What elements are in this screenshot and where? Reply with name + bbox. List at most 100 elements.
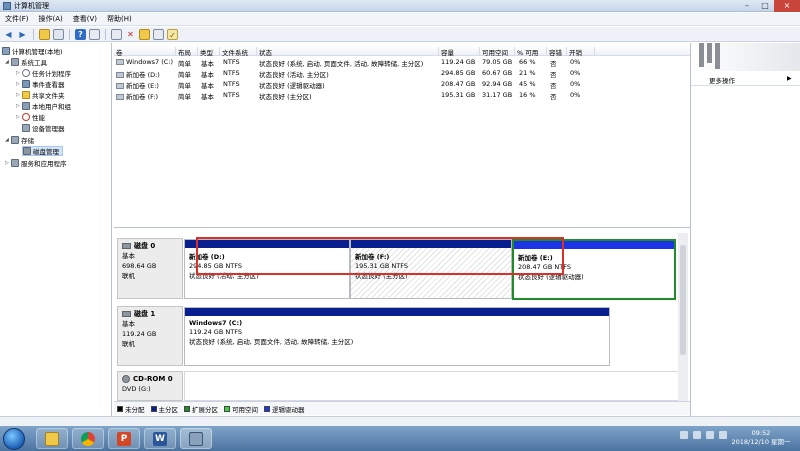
minimize-button[interactable]: – [738, 0, 756, 12]
tree-item-performance[interactable]: ▷ 性能 [16, 112, 45, 122]
filesystem-cell: NTFS [223, 80, 240, 88]
column-header-layout[interactable]: 布局 [176, 47, 198, 57]
tree-item-storage[interactable]: ◢ 存储 [5, 135, 34, 145]
tree-item-device-manager[interactable]: 设备管理器 [22, 123, 65, 133]
navigation-tree: 计算机管理(本地) ◢ 系统工具 ▷ 任务计划程序 ▷ 事件查看器 ▷ 共享文件… [0, 43, 112, 416]
tree-label: 设备管理器 [32, 125, 65, 133]
column-header-percent-free[interactable]: % 可用 [515, 47, 547, 57]
taskbar-chrome[interactable] [72, 428, 104, 449]
disk-view-scrollbar[interactable] [678, 233, 688, 401]
tree-label: 系统工具 [21, 59, 47, 67]
tree-item-services[interactable]: ▷ 服务和应用程序 [5, 158, 67, 168]
column-header-capacity[interactable]: 容量 [439, 47, 480, 57]
tree-label: 共享文件夹 [32, 92, 65, 100]
folder-icon[interactable] [139, 28, 150, 40]
clock-date: 2018/12/10 星期一 [731, 438, 791, 446]
filesystem-cell: NTFS [223, 58, 240, 66]
tree-item-disk-management[interactable]: 磁盘管理 [22, 146, 63, 156]
volume-icon[interactable] [706, 431, 714, 439]
forward-icon[interactable]: ▶ [17, 29, 28, 40]
percent-free-cell: 16 % [519, 91, 536, 99]
start-button[interactable] [3, 428, 25, 450]
tree-item-system-tools[interactable]: ◢ 系统工具 [5, 57, 47, 67]
disk-status: 联机 [122, 272, 135, 280]
menu-action[interactable]: 操作(A) [39, 14, 63, 24]
menu-view[interactable]: 查看(V) [73, 14, 97, 24]
window-controls: – □ × [738, 0, 800, 12]
more-actions-link[interactable]: 更多操作 [709, 75, 735, 85]
console-tree-icon[interactable] [53, 28, 64, 40]
tree-item-root[interactable]: 计算机管理(本地) [2, 46, 63, 56]
type-cell: 基本 [201, 82, 214, 90]
table-row[interactable]: 新加卷 (E:) 简单 基本 NTFS 状态良好 (逻辑驱动器) 208.47 … [114, 79, 690, 90]
help-icon[interactable]: ? [75, 28, 86, 40]
table-row[interactable]: 新加卷 (F:) 简单 基本 NTFS 状态良好 (主分区) 195.31 GB… [114, 90, 690, 101]
menu-file[interactable]: 文件(F) [5, 14, 29, 24]
disk-icon [122, 311, 131, 317]
tree-item-event-viewer[interactable]: ▷ 事件查看器 [16, 79, 65, 89]
legend: 未分配 主分区 扩展分区 可用空间 逻辑驱动器 [114, 401, 690, 415]
computer-management-icon [3, 2, 11, 10]
clock[interactable]: 09:52 2018/12/10 星期一 [726, 429, 796, 447]
delete-icon[interactable]: ✕ [125, 29, 136, 40]
volume-name-cell: Windows7 (C:) [116, 58, 173, 66]
column-header-free-space[interactable]: 可用空间 [480, 47, 515, 57]
network-icon[interactable] [693, 431, 701, 439]
column-header-type[interactable]: 类型 [198, 47, 220, 57]
chrome-icon [81, 431, 95, 446]
volume-list-header: 卷 布局 类型 文件系统 状态 容量 可用空间 % 可用 容错 开销 [114, 45, 690, 57]
table-row[interactable]: 新加卷 (D:) 简单 基本 NTFS 状态良好 (活动, 主分区) 294.8… [114, 68, 690, 79]
partition-name: Windows7 (C:) [189, 319, 243, 327]
partition-d[interactable]: 新加卷 (D:) 294.85 GB NTFS 状态良好 (活动, 主分区) [184, 239, 350, 299]
column-header-fault-tolerance[interactable]: 容错 [547, 47, 567, 57]
tray-arrow-icon[interactable] [680, 431, 688, 439]
scrollbar-thumb[interactable] [680, 245, 686, 355]
check-icon[interactable]: ✓ [167, 28, 178, 40]
type-cell: 基本 [201, 93, 214, 101]
partition-f[interactable]: 新加卷 (F:) 195.31 GB NTFS 状态良好 (主分区) [350, 239, 512, 299]
tree-item-task-scheduler[interactable]: ▷ 任务计划程序 [16, 68, 71, 78]
toolbar: ◀ ▶ ? ✕ ✓ [0, 27, 800, 42]
cdrom-0-label[interactable]: CD-ROM 0 DVD (G:) [117, 371, 183, 401]
chevron-right-icon[interactable]: ▶ [787, 75, 792, 82]
taskbar-word[interactable]: W [144, 428, 176, 449]
taskbar-powerpoint[interactable]: P [108, 428, 140, 449]
close-button[interactable]: × [774, 0, 800, 12]
disk-management-icon [23, 147, 31, 155]
column-header-volume[interactable]: 卷 [114, 47, 176, 57]
up-folder-icon[interactable] [39, 28, 50, 40]
properties-icon[interactable] [89, 28, 100, 40]
table-row[interactable]: Windows7 (C:) 简单 基本 NTFS 状态良好 (系统, 启动, 页… [114, 57, 690, 68]
legend-item: 逻辑驱动器 [264, 404, 305, 414]
column-header-status[interactable]: 状态 [257, 47, 439, 57]
disk-name: CD-ROM 0 [133, 375, 173, 383]
maximize-button[interactable]: □ [756, 0, 774, 12]
disk-size: 698.64 GB [122, 262, 157, 270]
tree-label: 服务和应用程序 [21, 160, 67, 168]
folder-icon [45, 431, 59, 446]
partition-e[interactable]: 新加卷 (E:) 208.47 GB NTFS 状态良好 (逻辑驱动器) [512, 239, 676, 300]
disk-type: 基本 [122, 252, 135, 260]
menu-help[interactable]: 帮助(H) [107, 14, 132, 24]
tree-item-local-users[interactable]: ▷ 本地用户和组 [16, 101, 71, 111]
fault-tolerance-cell: 否 [550, 60, 557, 68]
search-icon[interactable] [153, 28, 164, 40]
disk-1-label[interactable]: 磁盘 1 基本 119.24 GB 联机 [117, 306, 183, 366]
cdrom-area[interactable] [184, 371, 680, 401]
taskbar-computer-management[interactable] [180, 428, 212, 449]
partition-c[interactable]: Windows7 (C:) 119.24 GB NTFS 状态良好 (系统, 启… [184, 307, 610, 366]
tree-label: 任务计划程序 [32, 70, 71, 78]
connect-icon[interactable] [111, 28, 122, 40]
column-header-overhead[interactable]: 开销 [567, 47, 595, 57]
disk-0-label[interactable]: 磁盘 0 基本 698.64 GB 联机 [117, 238, 183, 299]
status-cell: 状态良好 (活动, 主分区) [259, 71, 329, 79]
computer-management-icon [189, 431, 203, 446]
clock-time: 09:52 [751, 429, 771, 437]
column-header-filesystem[interactable]: 文件系统 [220, 47, 257, 57]
drive-icon [116, 59, 124, 65]
taskbar-explorer[interactable] [36, 428, 68, 449]
partition-name: 新加卷 (F:) [355, 253, 390, 261]
tree-label: 存储 [21, 137, 34, 145]
tree-item-shared-folders[interactable]: ▷ 共享文件夹 [16, 90, 65, 100]
back-icon[interactable]: ◀ [3, 29, 14, 40]
